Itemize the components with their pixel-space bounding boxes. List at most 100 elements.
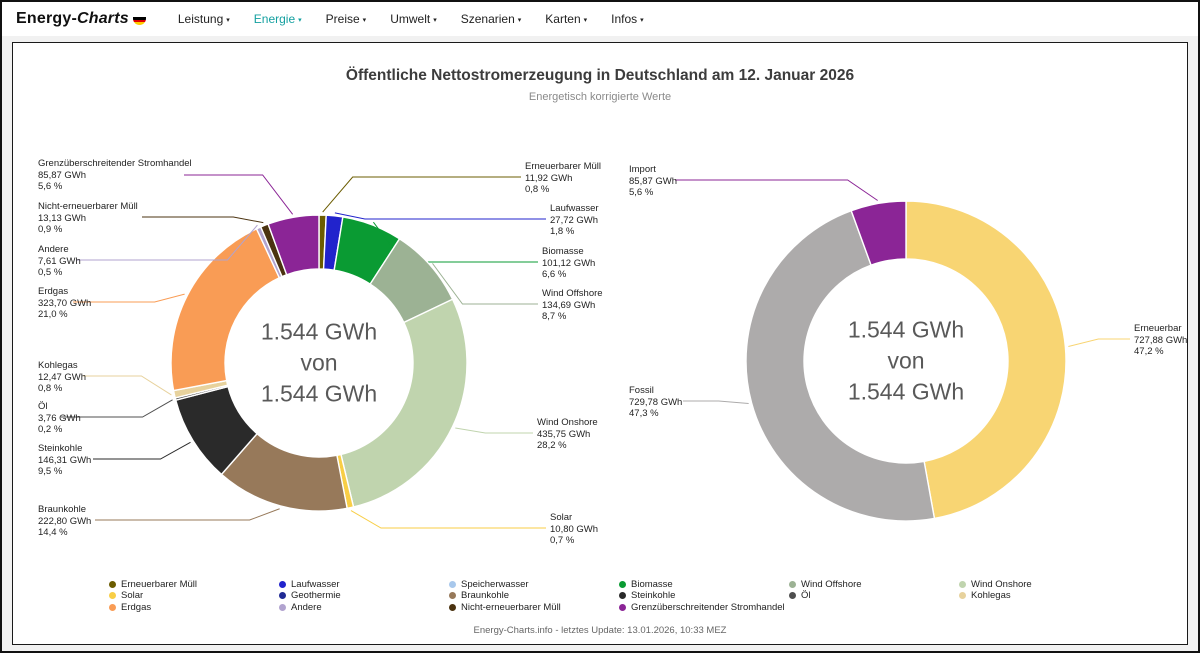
legend-item-kohlegas[interactable]: Kohlegas <box>959 590 1129 602</box>
slice-value: 222,80 GWh <box>38 515 92 527</box>
legend-dot-icon <box>789 592 796 600</box>
legend-item-laufwasser[interactable]: Laufwasser <box>279 579 449 590</box>
label-connector-line <box>142 216 264 224</box>
center-label-line: von <box>300 349 338 376</box>
legend-item-label: Speicherwasser <box>461 578 529 590</box>
legend-dot-icon <box>619 592 626 600</box>
legend-item-wind-offshore[interactable]: Wind Offshore <box>789 579 959 590</box>
label-connector-line <box>93 441 191 460</box>
legend-item-biomasse[interactable]: Biomasse <box>619 579 789 590</box>
nav-item-label: Umwelt <box>390 12 431 26</box>
slice-name: Kohlegas <box>38 360 78 371</box>
slice-label-laufwasser: Laufwasser 27,72 GWh 1,8 % <box>550 203 599 238</box>
chevron-down-icon: ▾ <box>362 16 367 24</box>
main-nav: Leistung ▾ Energie ▾ Preise ▾ Umwelt ▾ Szenarien… <box>178 12 644 26</box>
legend-item-label: Wind Onshore <box>971 578 1032 590</box>
energy-charts-page: Energy- Charts Leistung ▾ Energie ▾ Preise ▾ Um… <box>0 0 1200 653</box>
slice-value: 11,92 GWh <box>525 172 573 184</box>
legend-column: Laufwasser Geothermie Andere <box>279 579 449 613</box>
slice-name: Öl <box>38 401 48 412</box>
nav-item-label: Karten <box>545 12 581 26</box>
donut-center-label: 1.544 GWh von 1.544 GWh <box>261 317 377 410</box>
slice-value: 101,12 GWh <box>542 257 596 269</box>
legend-dot-icon <box>449 603 456 611</box>
slice-name: Erneuerbar <box>1134 323 1182 334</box>
nav-item-preise[interactable]: Preise ▾ <box>326 12 367 26</box>
label-connector-line <box>83 375 172 396</box>
nav-item-label: Preise <box>325 12 360 26</box>
slice-percent: 0,9 % <box>38 224 63 235</box>
nav-item-energie[interactable]: Energie ▾ <box>254 12 302 26</box>
slice-percent: 9,5 % <box>38 466 63 477</box>
donut-center-label: 1.544 GWh von 1.544 GWh <box>848 315 964 408</box>
chevron-down-icon: ▾ <box>226 16 230 24</box>
nav-item-leistung[interactable]: Leistung ▾ <box>178 12 230 26</box>
slice-value: 729,78 GWh <box>629 396 683 408</box>
slice-value: 435,75 GWh <box>537 428 591 440</box>
chevron-down-icon: ▾ <box>640 16 644 24</box>
nav-item-label: Szenarien <box>460 12 515 26</box>
legend-item-nicht-erneuerbarer-m-ll[interactable]: Nicht-erneuerbarer Müll <box>449 602 619 613</box>
nav-item-umwelt[interactable]: Umwelt ▾ <box>390 12 437 26</box>
slice-label-l: Öl 3,76 GWh 0,2 % <box>38 401 81 436</box>
legend-item-andere[interactable]: Andere <box>279 602 449 613</box>
chart-card: Öffentliche Nettostromerzeugung in Deuts… <box>12 42 1188 645</box>
center-label-line: 1.544 GWh <box>847 378 965 405</box>
slice-percent: 47,2 % <box>1134 346 1164 357</box>
legend-dot-icon <box>279 603 286 611</box>
slice-name: Import <box>629 164 656 175</box>
slice-percent: 28,2 % <box>537 440 567 451</box>
legend-dot-icon <box>109 592 116 600</box>
slice-label-kohlegas: Kohlegas 12,47 GWh 0,8 % <box>38 360 86 395</box>
slice-percent: 0,5 % <box>38 267 63 278</box>
slice-percent: 8,7 % <box>542 311 567 322</box>
legend-item-speicherwasser[interactable]: Speicherwasser <box>449 579 619 590</box>
slice-name: Wind Offshore <box>542 288 603 299</box>
legend-item-wind-onshore[interactable]: Wind Onshore <box>959 579 1129 590</box>
slice-percent: 0,2 % <box>38 424 63 435</box>
legend-column: Biomasse Steinkohle Grenzüberschreitender … <box>619 579 789 613</box>
legend-item-erdgas[interactable]: Erdgas <box>109 602 279 613</box>
nav-item-label: Leistung <box>177 12 224 26</box>
center-label-line: 1.544 GWh <box>260 380 378 407</box>
legend-item-label: Kohlegas <box>971 590 1011 602</box>
legend-item-label: Andere <box>291 601 322 613</box>
label-connector-line <box>334 212 546 220</box>
legend-dot-icon <box>959 580 966 588</box>
legend-item-label: Biomasse <box>631 578 673 590</box>
nav-item-karten[interactable]: Karten ▾ <box>545 12 587 26</box>
slice-name: Fossil <box>629 385 654 396</box>
slice-value: 323,70 GWh <box>38 297 92 309</box>
legend-item-grenz-berschreitender-stromhandel[interactable]: Grenzüberschreitender Stromhandel <box>619 602 789 613</box>
slice-name: Solar <box>550 512 573 523</box>
slice-label-andere: Andere 7,61 GWh 0,5 % <box>38 244 81 279</box>
legend-item-l[interactable]: Öl <box>789 590 959 601</box>
nav-item-infos[interactable]: Infos ▾ <box>611 12 644 26</box>
slice-name: Grenzüberschreitender Stromhandel <box>38 158 192 169</box>
logo-text-energy: Energy- <box>16 10 77 27</box>
slice-name: Laufwasser <box>550 203 599 214</box>
label-connector-line <box>322 176 521 213</box>
slice-value: 727,88 GWh <box>1134 334 1188 346</box>
slice-name: Andere <box>38 244 69 255</box>
legend-item-steinkohle[interactable]: Steinkohle <box>619 590 789 601</box>
slice-value: 27,72 GWh <box>550 214 599 226</box>
top-navigation-bar: Energy- Charts Leistung ▾ Energie ▾ Preise ▾ Um… <box>2 2 1198 36</box>
legend-item-erneuerbarer-m-ll[interactable]: Erneuerbarer Müll <box>109 579 279 590</box>
logo[interactable]: Energy- Charts <box>16 10 146 28</box>
legend-item-label: Geothermie <box>291 590 341 602</box>
slice-percent: 14,4 % <box>38 527 68 538</box>
nav-item-szenarien[interactable]: Szenarien ▾ <box>461 12 522 26</box>
legend-dot-icon <box>279 580 286 588</box>
legend-item-label: Braunkohle <box>461 590 510 602</box>
legend-item-label: Erneuerbarer Müll <box>121 578 198 590</box>
legend-item-geothermie[interactable]: Geothermie <box>279 590 449 602</box>
legend-item-braunkohle[interactable]: Braunkohle <box>449 590 619 602</box>
slice-label-wind-onshore: Wind Onshore 435,75 GWh 28,2 % <box>537 417 598 452</box>
footer-update-note: Energy-Charts.info - letztes Update: 13.… <box>473 624 727 636</box>
legend-item-solar[interactable]: Solar <box>109 590 279 601</box>
legend-item-label: Nicht-erneuerbarer Müll <box>461 601 561 613</box>
slice-name: Erneuerbarer Müll <box>525 161 602 172</box>
label-connector-line <box>1068 338 1130 347</box>
slice-percent: 5,6 % <box>38 181 63 192</box>
